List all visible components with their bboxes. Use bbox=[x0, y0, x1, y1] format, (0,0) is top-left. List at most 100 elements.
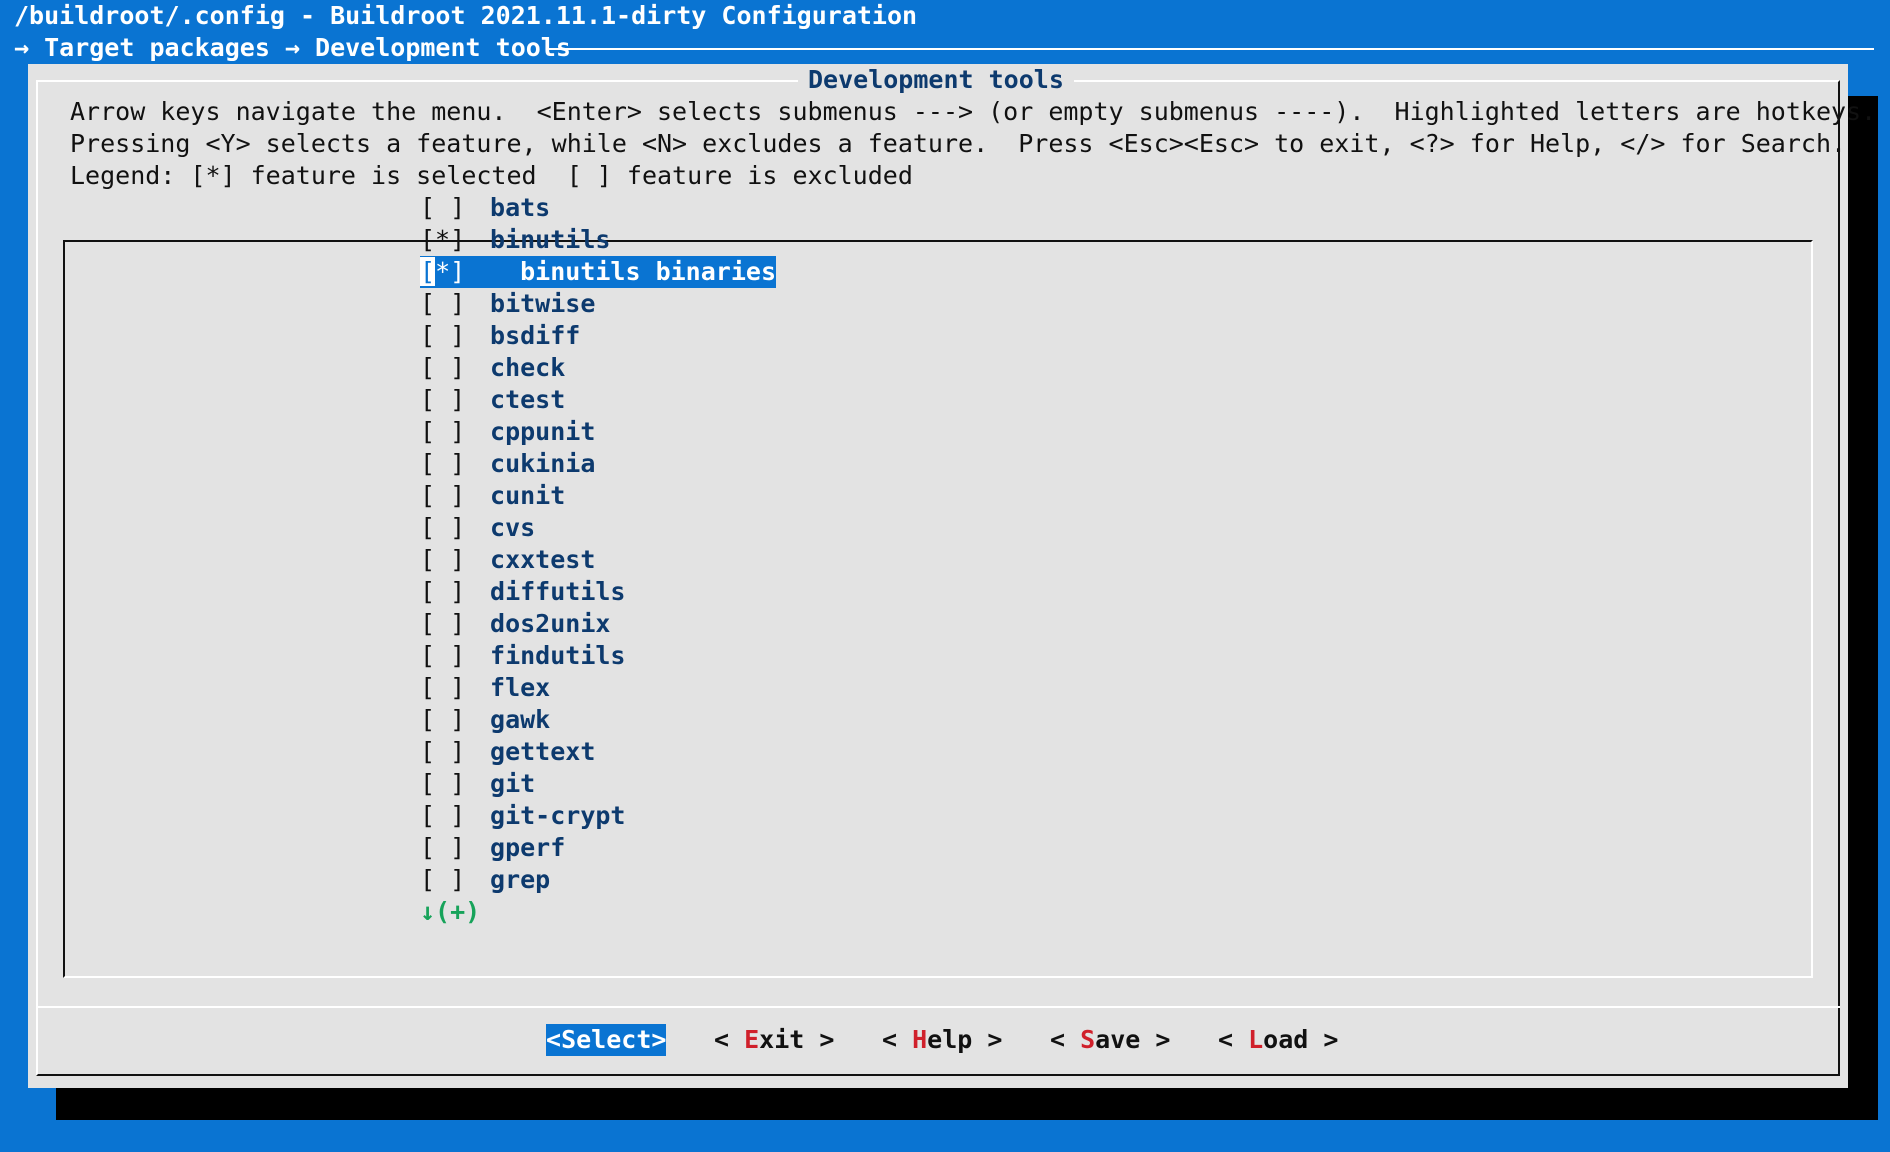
breadcrumb: → Target packages → Development tools bbox=[14, 33, 571, 62]
load-button-hotkey: L bbox=[1248, 1025, 1264, 1054]
menu-item-text: perf bbox=[505, 833, 566, 862]
checkbox[interactable]: [ ] bbox=[420, 768, 476, 800]
checkbox[interactable]: [ ] bbox=[420, 448, 476, 480]
menu-item[interactable]: [ ] diffutils bbox=[420, 576, 776, 608]
hotkey-letter: g bbox=[490, 833, 506, 862]
checkbox[interactable]: [ ] bbox=[420, 736, 476, 768]
menu-item[interactable]: [ ] git-crypt bbox=[420, 800, 776, 832]
menu-item-label: gawk bbox=[490, 705, 550, 734]
menu-item-label: bitwise bbox=[490, 289, 595, 318]
checkbox[interactable]: [ ] bbox=[420, 672, 476, 704]
menu-item-text: itwise bbox=[505, 289, 596, 318]
hotkey-letter: g bbox=[490, 801, 506, 830]
checkbox[interactable]: [ ] bbox=[420, 704, 476, 736]
menu-item[interactable]: [ ] cppunit bbox=[420, 416, 776, 448]
menu-item[interactable]: [ ] cxxtest bbox=[420, 544, 776, 576]
window-title: /buildroot/.config - Buildroot 2021.11.1… bbox=[14, 1, 918, 30]
menu-item[interactable]: [ ] grep bbox=[420, 864, 776, 896]
hotkey-letter: g bbox=[490, 705, 506, 734]
hotkey-letter: f bbox=[490, 641, 506, 670]
menu-row: [ ] gettext bbox=[420, 736, 776, 768]
menu-item[interactable]: [ ] check bbox=[420, 352, 776, 384]
menu-item-text: heck bbox=[505, 353, 566, 382]
menu-item-text: test bbox=[505, 385, 566, 414]
menu-item-label: ctest bbox=[490, 385, 565, 414]
menu-item-text: rep bbox=[505, 865, 551, 894]
menu-row: [ ] cunit bbox=[420, 480, 776, 512]
menu-row: [ ] bats bbox=[420, 192, 776, 224]
menu-item-text: ppunit bbox=[505, 417, 596, 446]
menu-item-label: git bbox=[490, 769, 535, 798]
menu-list: [ ] bats [*] binutils [*] binutils binaries[… bbox=[420, 192, 776, 896]
menu-item-text: it bbox=[505, 769, 536, 798]
checkbox[interactable]: [*] bbox=[420, 224, 476, 256]
menu-item-text: unit bbox=[505, 481, 566, 510]
menu-item-label: findutils bbox=[490, 641, 625, 670]
checkbox[interactable]: [*] bbox=[420, 256, 476, 288]
checkbox[interactable]: [ ] bbox=[420, 576, 476, 608]
menu-item[interactable]: [ ] ctest bbox=[420, 384, 776, 416]
menu-item[interactable]: [ ] git bbox=[420, 768, 776, 800]
hotkey-letter: d bbox=[490, 609, 506, 638]
checkbox[interactable]: [ ] bbox=[420, 832, 476, 864]
menu-row: [ ] findutils bbox=[420, 640, 776, 672]
cursor: [ bbox=[420, 257, 436, 286]
menu-row: [ ] cxxtest bbox=[420, 544, 776, 576]
dialog-title: Development tools bbox=[798, 64, 1074, 96]
menu-item[interactable]: [ ] cvs bbox=[420, 512, 776, 544]
menu-row: [ ] bitwise bbox=[420, 288, 776, 320]
menu-row: [ ] git bbox=[420, 768, 776, 800]
menu-item[interactable]: [*] binutils binaries bbox=[420, 256, 776, 288]
menu-item-text: ukinia bbox=[505, 449, 596, 478]
save-button[interactable]: < Save > bbox=[1050, 1024, 1170, 1056]
more-items-indicator: ↓(+) bbox=[420, 897, 481, 926]
checkbox[interactable]: [ ] bbox=[420, 864, 476, 896]
menu-item-label: cppunit bbox=[490, 417, 595, 446]
checkbox[interactable]: [ ] bbox=[420, 800, 476, 832]
menu-item[interactable]: [ ] dos2unix bbox=[420, 608, 776, 640]
menu-item[interactable]: [ ] gawk bbox=[420, 704, 776, 736]
menu-item[interactable]: [ ] findutils bbox=[420, 640, 776, 672]
exit-button[interactable]: < Exit > bbox=[714, 1024, 834, 1056]
checkbox[interactable]: [ ] bbox=[420, 512, 476, 544]
menu-item[interactable]: [ ] cunit bbox=[420, 480, 776, 512]
checkbox[interactable]: [ ] bbox=[420, 544, 476, 576]
checkbox[interactable]: [ ] bbox=[420, 384, 476, 416]
checkbox[interactable]: [ ] bbox=[420, 288, 476, 320]
menu-row: [*] binutils bbox=[420, 224, 776, 256]
menu-item[interactable]: [ ] bitwise bbox=[420, 288, 776, 320]
checkbox[interactable]: [ ] bbox=[420, 192, 476, 224]
checkbox[interactable]: [ ] bbox=[420, 608, 476, 640]
load-button[interactable]: < Load > bbox=[1218, 1024, 1338, 1056]
checkbox[interactable]: [ ] bbox=[420, 352, 476, 384]
menu-item[interactable]: [ ] gettext bbox=[420, 736, 776, 768]
menu-item[interactable]: [ ] gperf bbox=[420, 832, 776, 864]
menu-item-text: ettext bbox=[505, 737, 596, 766]
menu-row: [ ] check bbox=[420, 352, 776, 384]
menu-item[interactable]: [ ] bsdiff bbox=[420, 320, 776, 352]
hotkey-letter: c bbox=[490, 449, 506, 478]
menu-item[interactable]: [ ] cukinia bbox=[420, 448, 776, 480]
menu-item-label: binutils binaries bbox=[490, 257, 776, 286]
menu-item-text: inutils binaries bbox=[535, 257, 776, 286]
help-button[interactable]: < Help > bbox=[882, 1024, 1002, 1056]
menu-row: [*] binutils binaries bbox=[420, 256, 776, 288]
select-button[interactable]: <Select> bbox=[546, 1024, 667, 1056]
hotkey-letter: c bbox=[490, 513, 506, 542]
menu-row: [ ] git-crypt bbox=[420, 800, 776, 832]
checkbox[interactable]: [ ] bbox=[420, 416, 476, 448]
save-button-hotkey: S bbox=[1080, 1025, 1096, 1054]
menu-box bbox=[63, 240, 1813, 978]
button-bar: <Select> < Exit > < Help > < Save > < Lo… bbox=[28, 1024, 1848, 1056]
menu-item-text: sdiff bbox=[505, 321, 581, 350]
checkbox[interactable]: [ ] bbox=[420, 480, 476, 512]
help-button-hotkey: H bbox=[912, 1025, 928, 1054]
checkbox[interactable]: [ ] bbox=[420, 320, 476, 352]
help-line-3: Legend: [*] feature is selected [ ] feat… bbox=[70, 161, 913, 190]
checkbox[interactable]: [ ] bbox=[420, 640, 476, 672]
menu-item[interactable]: [*] binutils bbox=[420, 224, 776, 256]
menu-item[interactable]: [ ] flex bbox=[420, 672, 776, 704]
menu-item-text: it-crypt bbox=[505, 801, 626, 830]
menu-item[interactable]: [ ] bats bbox=[420, 192, 776, 224]
exit-button-hotkey: E bbox=[744, 1025, 760, 1054]
